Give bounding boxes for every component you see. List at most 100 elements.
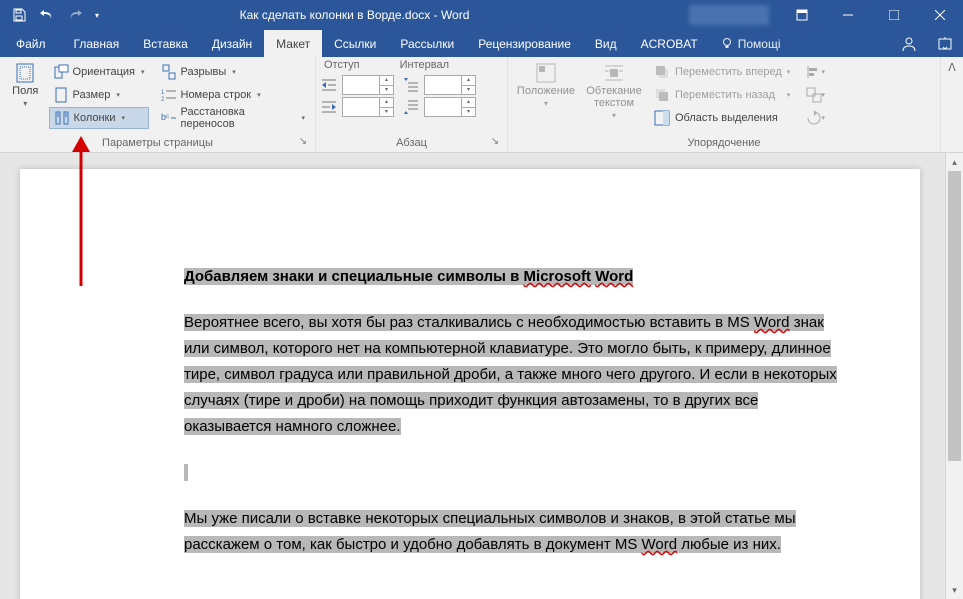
margins-icon	[15, 63, 35, 83]
undo-button[interactable]	[34, 3, 60, 27]
size-button[interactable]: Размер▾	[49, 84, 149, 106]
collapse-ribbon-button[interactable]: ᐱ	[948, 61, 956, 74]
send-backward-label: Переместить назад	[675, 89, 775, 101]
page-setup-dialog-launcher[interactable]: ↘	[297, 136, 309, 148]
document-page[interactable]: Добавляем знаки и специальные символы в …	[20, 169, 920, 599]
indent-right-input[interactable]: ▴▾	[342, 97, 394, 117]
wrap-text-icon	[604, 63, 624, 83]
bring-forward-label: Переместить вперед	[675, 66, 782, 78]
scroll-down-button[interactable]: ▾	[946, 581, 963, 599]
columns-button[interactable]: Колонки▾	[49, 107, 149, 129]
tell-me-label: Помощі	[738, 37, 781, 51]
ribbon-tabs: Файл Главная Вставка Дизайн Макет Ссылки…	[0, 30, 963, 57]
spacing-label: Интервал	[400, 59, 449, 71]
document-area: Добавляем знаки и специальные символы в …	[0, 153, 963, 599]
account-icon[interactable]	[891, 30, 927, 57]
hyphenation-icon: bᶜ	[161, 110, 177, 126]
group-page-setup: Поля ▾ Ориентация▾ Размер▾ Колонки▾	[0, 57, 316, 152]
share-icon[interactable]	[927, 30, 963, 57]
window-title: Как сделать колонки в Ворде.docx - Word	[110, 8, 679, 22]
position-label: Положение	[517, 85, 575, 97]
paragraph-group-label: Абзац ↘	[322, 135, 501, 150]
bring-forward-icon	[654, 64, 670, 80]
spacing-before-input[interactable]: ▴▾	[424, 75, 476, 95]
columns-icon	[54, 110, 70, 126]
line-numbers-button[interactable]: 12 Номера строк▾	[157, 84, 310, 106]
vertical-scrollbar[interactable]: ▴ ▾	[945, 153, 963, 599]
hyphenation-label: Расстановка переносов	[181, 106, 296, 130]
quick-access-toolbar: ▾	[0, 3, 110, 27]
tab-file[interactable]: Файл	[0, 30, 62, 57]
ribbon-display-options-button[interactable]	[779, 0, 825, 30]
orientation-icon	[53, 64, 69, 80]
svg-text:bᶜ: bᶜ	[161, 112, 169, 122]
paragraph-dialog-launcher[interactable]: ↘	[489, 136, 501, 148]
wrap-text-button[interactable]: Обтекание текстом ▾	[582, 61, 646, 135]
save-button[interactable]	[6, 3, 32, 27]
orientation-button[interactable]: Ориентация▾	[49, 61, 149, 83]
line-numbers-label: Номера строк	[181, 89, 252, 101]
line-numbers-icon: 12	[161, 87, 177, 103]
group-paragraph: Отступ Интервал ▴▾ ▴▾ ▴▾ ▴▾ Абзац ↘	[316, 57, 508, 152]
rotate-button: ▾	[804, 107, 826, 129]
tab-review[interactable]: Рецензирование	[466, 30, 583, 57]
orientation-label: Ориентация	[73, 66, 135, 78]
window-controls	[779, 0, 963, 30]
user-account-area[interactable]	[689, 5, 769, 25]
send-backward-icon	[654, 87, 670, 103]
chevron-down-icon: ▾	[23, 99, 27, 108]
lightbulb-icon	[720, 37, 734, 51]
tab-view[interactable]: Вид	[583, 30, 629, 57]
spacing-after-icon	[404, 99, 420, 115]
close-button[interactable]	[917, 0, 963, 30]
qat-customize-button[interactable]: ▾	[90, 3, 104, 27]
indent-right-icon	[322, 99, 338, 115]
position-icon	[536, 63, 556, 83]
size-icon	[53, 87, 69, 103]
arrange-group-label: Упорядочение	[514, 135, 934, 150]
maximize-button[interactable]	[871, 0, 917, 30]
spacing-after-input[interactable]: ▴▾	[424, 97, 476, 117]
page-setup-group-label: Параметры страницы ↘	[6, 135, 309, 150]
margins-button[interactable]: Поля ▾	[6, 61, 45, 135]
tab-design[interactable]: Дизайн	[200, 30, 264, 57]
document-heading[interactable]: Добавляем знаки и специальные символы в …	[184, 264, 848, 290]
indent-left-input[interactable]: ▴▾	[342, 75, 394, 95]
bring-forward-button: Переместить вперед▾	[650, 61, 794, 83]
position-button[interactable]: Положение ▾	[514, 61, 578, 135]
tab-layout[interactable]: Макет	[264, 30, 322, 57]
send-backward-button: Переместить назад▾	[650, 84, 794, 106]
tab-mailings[interactable]: Рассылки	[388, 30, 466, 57]
tab-insert[interactable]: Вставка	[131, 30, 200, 57]
minimize-button[interactable]	[825, 0, 871, 30]
svg-text:1: 1	[161, 90, 165, 96]
group-objects-button: ▾	[804, 84, 826, 106]
document-paragraph-2[interactable]: Мы уже писали о вставке некоторых специа…	[184, 506, 848, 558]
title-bar: ▾ Как сделать колонки в Ворде.docx - Wor…	[0, 0, 963, 30]
breaks-icon	[161, 64, 177, 80]
breaks-label: Разрывы	[181, 66, 227, 78]
redo-button[interactable]	[62, 3, 88, 27]
ribbon: Поля ▾ Ориентация▾ Размер▾ Колонки▾	[0, 57, 963, 153]
breaks-button[interactable]: Разрывы▾	[157, 61, 310, 83]
indent-label: Отступ	[324, 59, 360, 71]
document-blank-paragraph[interactable]	[184, 460, 848, 486]
tell-me-button[interactable]: Помощі	[710, 30, 791, 57]
tab-references[interactable]: Ссылки	[322, 30, 388, 57]
selection-pane-button[interactable]: Область выделения	[650, 107, 794, 129]
group-arrange: Положение ▾ Обтекание текстом ▾ Перемест…	[508, 57, 941, 152]
align-button: ▾	[804, 61, 826, 83]
tab-acrobat[interactable]: ACROBAT	[629, 30, 710, 57]
selection-pane-label: Область выделения	[675, 112, 778, 124]
spacing-before-icon	[404, 77, 420, 93]
scroll-thumb[interactable]	[948, 171, 961, 461]
document-scroll[interactable]: Добавляем знаки и специальные символы в …	[0, 153, 945, 599]
document-paragraph-1[interactable]: Вероятнее всего, вы хотя бы раз сталкива…	[184, 310, 848, 440]
scroll-up-button[interactable]: ▴	[946, 153, 963, 171]
hyphenation-button[interactable]: bᶜ Расстановка переносов▾	[157, 107, 310, 129]
selection-pane-icon	[654, 110, 670, 126]
indent-left-icon	[322, 77, 338, 93]
wrap-text-label: Обтекание текстом	[584, 85, 644, 109]
tab-home[interactable]: Главная	[62, 30, 132, 57]
svg-text:2: 2	[161, 97, 165, 103]
